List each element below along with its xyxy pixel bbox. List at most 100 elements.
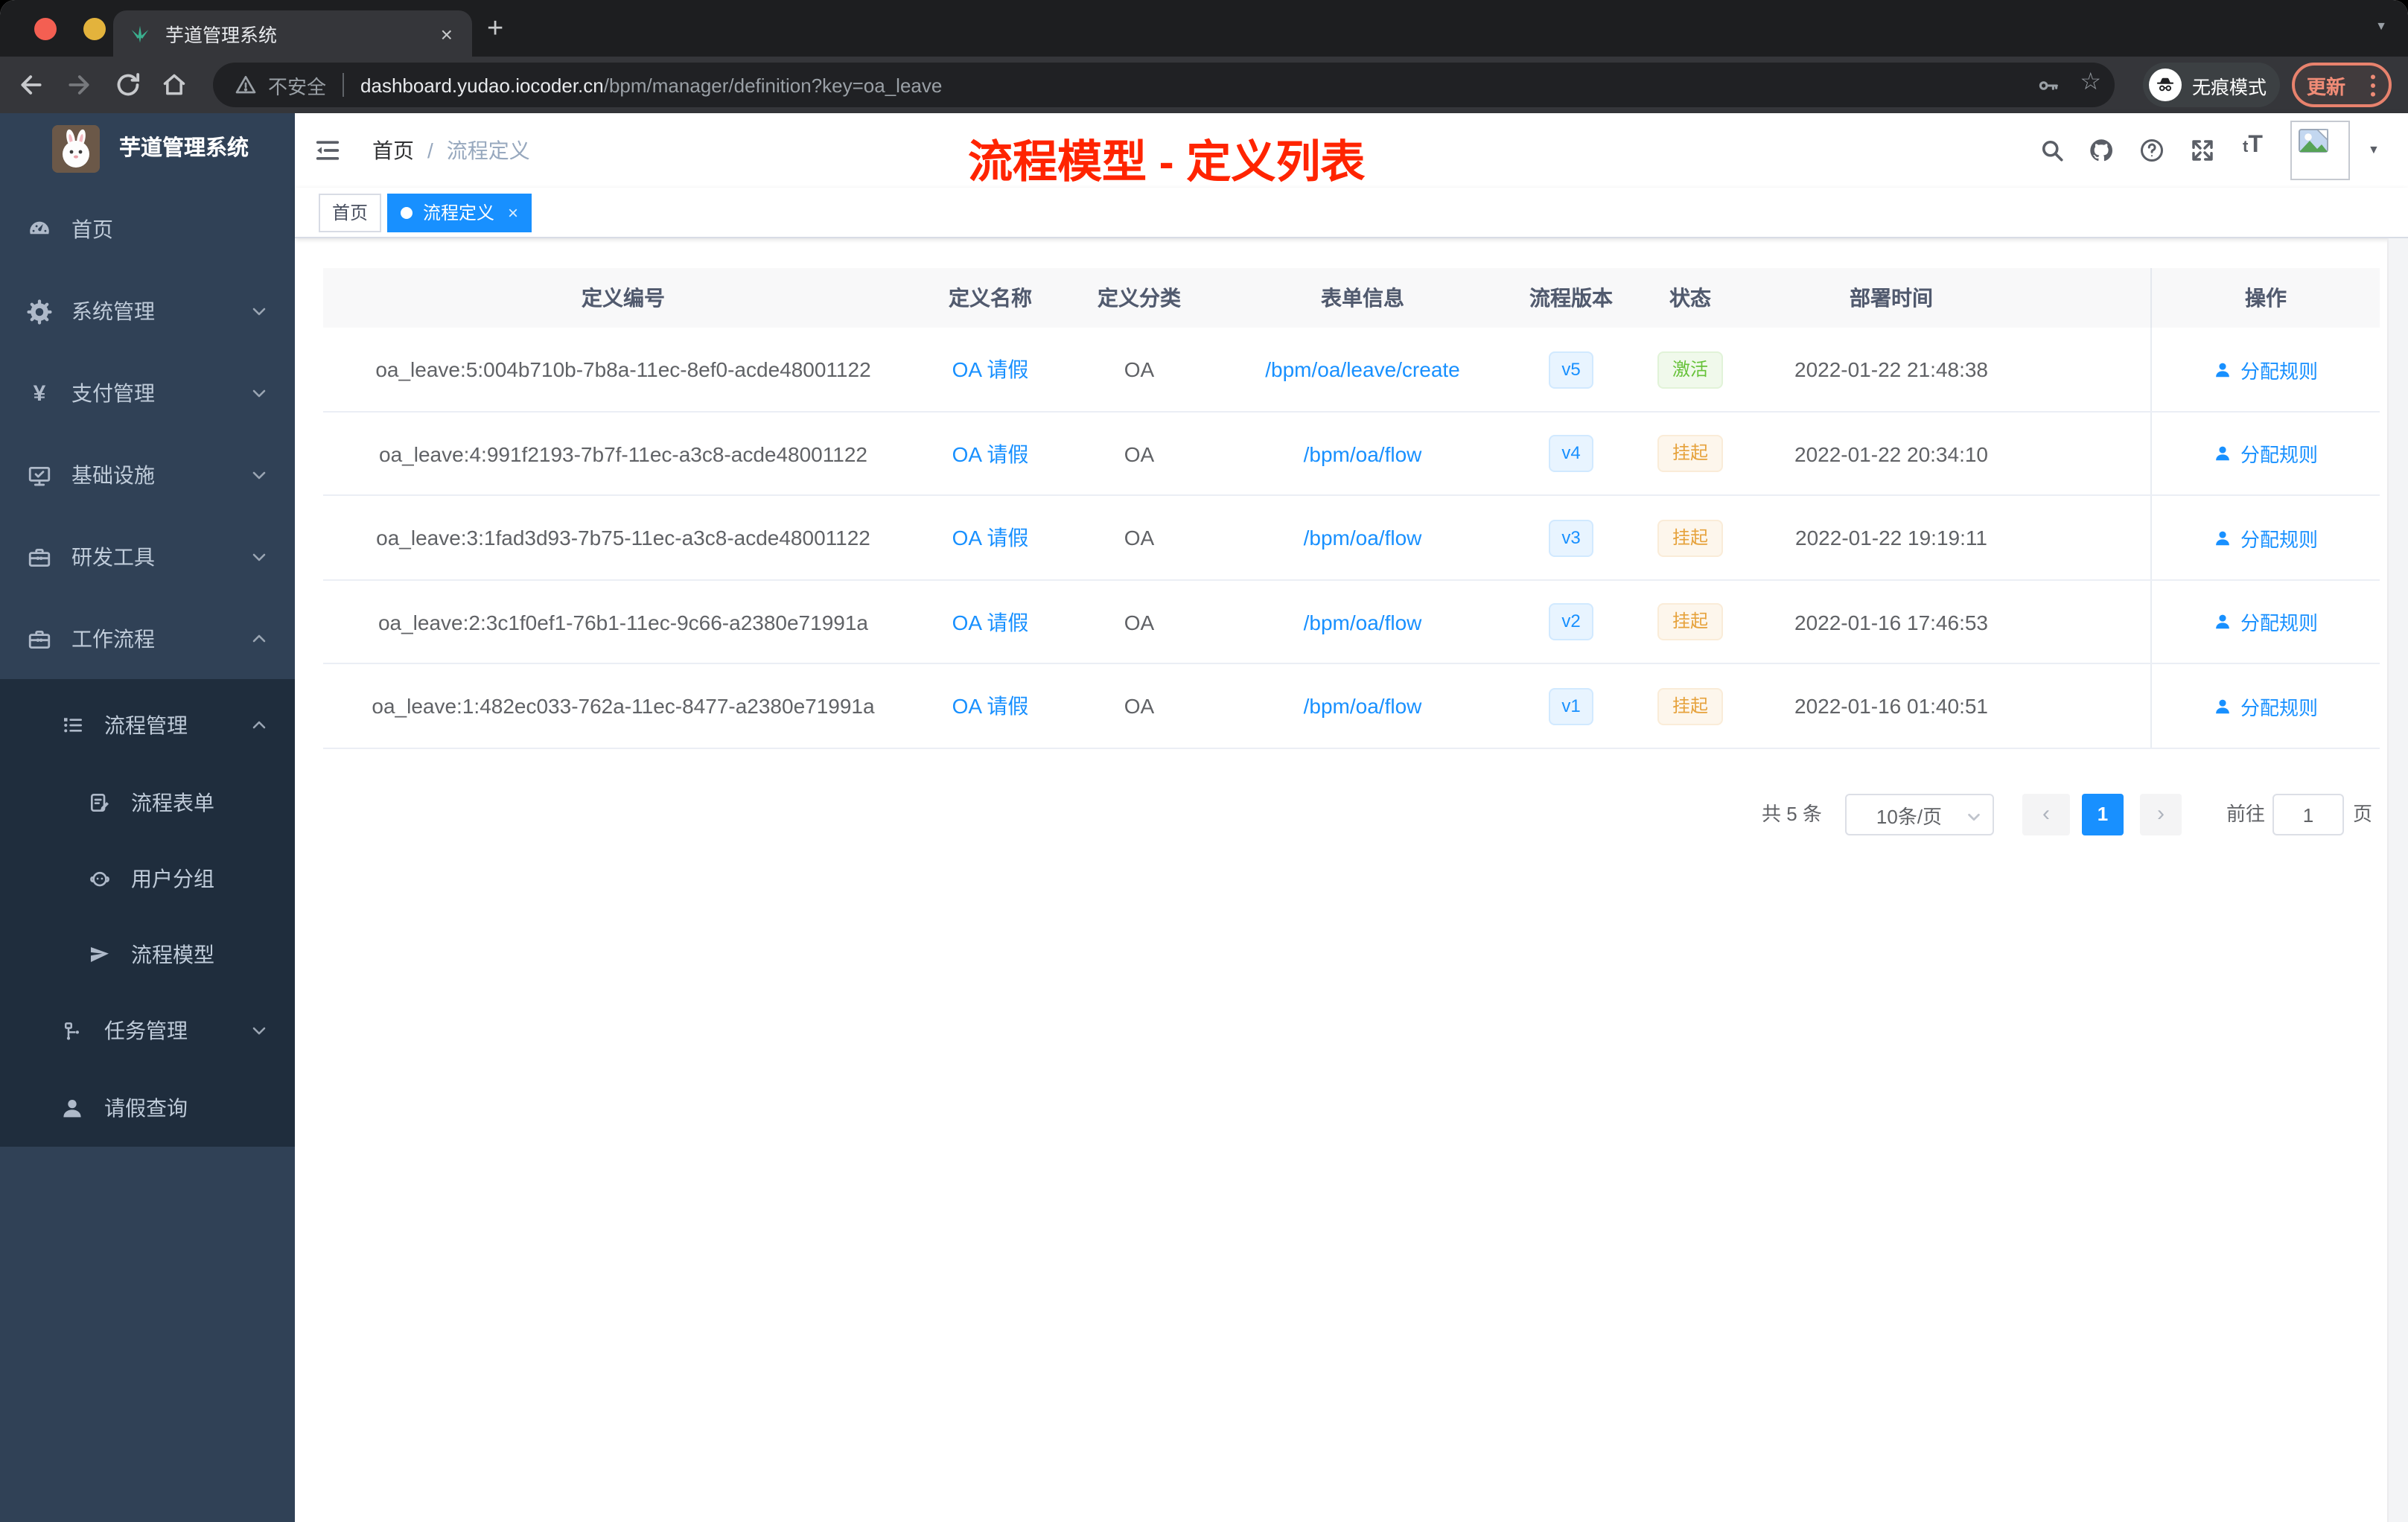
- goto-label: 前往: [2226, 803, 2266, 825]
- search-icon[interactable]: [2039, 137, 2065, 164]
- browser-tab[interactable]: 芋道管理系统 ×: [113, 10, 472, 57]
- toolbox-icon: [27, 544, 52, 570]
- tag-process-definition[interactable]: 流程定义 ×: [387, 194, 532, 232]
- cell-deploy-time: 2022-01-16 17:46:53: [1794, 610, 1988, 634]
- assign-rule-button[interactable]: 分配规则: [2214, 355, 2318, 383]
- status-badge: 激活: [1657, 351, 1723, 388]
- insecure-warning-icon: [234, 73, 258, 97]
- chevron-up-icon: [250, 716, 268, 734]
- assign-rule-button[interactable]: 分配规则: [2214, 692, 2318, 720]
- assign-rule-button[interactable]: 分配规则: [2214, 523, 2318, 552]
- toolbox-icon: [27, 626, 52, 652]
- assign-rule-button[interactable]: 分配规则: [2214, 608, 2318, 636]
- url-path: /bpm/manager/definition?key=oa_leave: [603, 74, 943, 96]
- definition-name-link[interactable]: OA 请假: [952, 439, 1029, 468]
- sidebar-item-workflow[interactable]: 工作流程: [0, 599, 295, 679]
- form-link[interactable]: /bpm/oa/leave/create: [1265, 357, 1460, 381]
- paper-plane-icon: [86, 942, 112, 967]
- url-host: dashboard.yudao.iocoder.cn: [360, 74, 604, 96]
- breadcrumb-current: 流程定义: [446, 138, 530, 162]
- current-page-button[interactable]: 1: [2082, 794, 2124, 835]
- status-badge: 挂起: [1657, 603, 1723, 640]
- url-bar[interactable]: 不安全 dashboard.yudao.iocoder.cn/bpm/manag…: [213, 63, 2115, 107]
- definition-name-link[interactable]: OA 请假: [952, 691, 1029, 721]
- font-size-icon[interactable]: tT: [2243, 133, 2263, 159]
- sidebar-item-system[interactable]: 系统管理: [0, 271, 295, 351]
- sidebar-item-process-management[interactable]: 流程管理: [0, 685, 295, 765]
- form-link[interactable]: /bpm/oa/flow: [1304, 694, 1422, 718]
- breadcrumb-home[interactable]: 首页: [372, 138, 414, 162]
- version-badge: v2: [1549, 603, 1593, 640]
- sidebar-item-leave-query[interactable]: 请假查询: [0, 1068, 295, 1148]
- cell-category: OA: [1124, 694, 1155, 718]
- form-link[interactable]: /bpm/oa/flow: [1304, 610, 1422, 634]
- avatar-dropdown-caret-icon[interactable]: ▼: [2368, 143, 2380, 156]
- forward-icon[interactable]: [64, 70, 94, 100]
- page-scrollbar[interactable]: [2387, 238, 2408, 1522]
- sidebar-item-process-model[interactable]: 流程模型: [0, 914, 295, 995]
- password-key-icon[interactable]: [2036, 73, 2061, 98]
- version-badge: v1: [1549, 687, 1593, 725]
- sidebar-item-home[interactable]: 首页: [0, 189, 295, 270]
- cell-category: OA: [1124, 442, 1155, 465]
- annotation-overlay: 流程模型 - 定义列表: [968, 138, 1366, 188]
- back-icon[interactable]: [16, 70, 46, 100]
- tab-overflow-chevron-icon[interactable]: ▼: [2375, 19, 2387, 33]
- version-badge: v5: [1549, 351, 1593, 388]
- col-header-id: 定义编号: [582, 286, 665, 310]
- fullscreen-icon[interactable]: [2189, 137, 2216, 164]
- prev-page-button[interactable]: ‹: [2022, 794, 2070, 835]
- definition-name-link[interactable]: OA 请假: [952, 354, 1029, 384]
- user-icon: [60, 1095, 85, 1121]
- tab-close-icon[interactable]: ×: [436, 23, 457, 44]
- browser-update-button[interactable]: 更新: [2292, 63, 2392, 107]
- form-link[interactable]: /bpm/oa/flow: [1304, 442, 1422, 465]
- tag-close-icon[interactable]: ×: [508, 195, 518, 231]
- next-page-button[interactable]: ›: [2140, 794, 2182, 835]
- goto-page-input[interactable]: [2272, 794, 2344, 835]
- sidebar-logo[interactable]: 芋道管理系统: [0, 113, 295, 185]
- help-question-icon[interactable]: [2138, 137, 2165, 164]
- sidebar-item-dev-tools[interactable]: 研发工具: [0, 517, 295, 597]
- sidebar-item-infrastructure[interactable]: 基础设施: [0, 435, 295, 515]
- cell-definition-id: oa_leave:5:004b710b-7b8a-11ec-8ef0-acde4…: [375, 357, 871, 381]
- sidebar-item-user-group[interactable]: 用户分组: [0, 838, 295, 919]
- incognito-label: 无痕模式: [2192, 77, 2267, 98]
- form-link[interactable]: /bpm/oa/flow: [1304, 526, 1422, 550]
- traffic-light-close[interactable]: [34, 18, 57, 40]
- new-tab-button[interactable]: +: [487, 13, 503, 46]
- col-header-actions: 操作: [2150, 268, 2380, 328]
- bookmark-star-icon[interactable]: ☆: [2080, 67, 2101, 97]
- cell-category: OA: [1124, 526, 1155, 550]
- definition-name-link[interactable]: OA 请假: [952, 607, 1029, 637]
- home-icon[interactable]: [159, 70, 189, 100]
- chevron-down-icon: [250, 466, 268, 484]
- sidebar-item-task-management[interactable]: 任务管理: [0, 990, 295, 1071]
- assign-rule-button[interactable]: 分配规则: [2214, 439, 2318, 468]
- tag-home[interactable]: 首页: [319, 194, 382, 232]
- tab-title: 芋道管理系统: [165, 25, 278, 46]
- traffic-light-minimize[interactable]: [83, 18, 106, 40]
- page-size-select[interactable]: 10条/页: [1845, 794, 1994, 835]
- definition-name-link[interactable]: OA 请假: [952, 523, 1029, 553]
- chevron-down-icon: [250, 384, 268, 402]
- cell-definition-id: oa_leave:1:482ec033-762a-11ec-8477-a2380…: [372, 694, 875, 718]
- avatar-broken-image[interactable]: [2290, 121, 2350, 180]
- page-unit-label: 页: [2353, 803, 2373, 825]
- col-header-name: 定义名称: [949, 286, 1032, 310]
- github-icon[interactable]: [2088, 137, 2115, 164]
- cell-deploy-time: 2022-01-22 21:48:38: [1794, 357, 1988, 381]
- user-icon: [2217, 446, 2230, 461]
- reload-icon[interactable]: [113, 70, 143, 100]
- url-divider: [343, 73, 345, 97]
- cell-deploy-time: 2022-01-22 19:19:11: [1795, 526, 1987, 550]
- table-row: oa_leave:3:1fad3d93-7b75-11ec-a3c8-acde4…: [323, 496, 2380, 581]
- browser-tabstrip: 芋道管理系统 × + ▼: [0, 0, 2408, 57]
- user-icon: [2217, 530, 2230, 545]
- status-badge: 挂起: [1657, 687, 1723, 725]
- chevron-down-icon: [250, 302, 268, 320]
- sidebar-item-process-form[interactable]: 流程表单: [0, 762, 295, 843]
- sidebar-item-payment[interactable]: ¥ 支付管理: [0, 353, 295, 433]
- browser-menu-dots-icon[interactable]: [2369, 72, 2377, 98]
- sidebar-toggle-hamburger-icon[interactable]: [313, 136, 343, 165]
